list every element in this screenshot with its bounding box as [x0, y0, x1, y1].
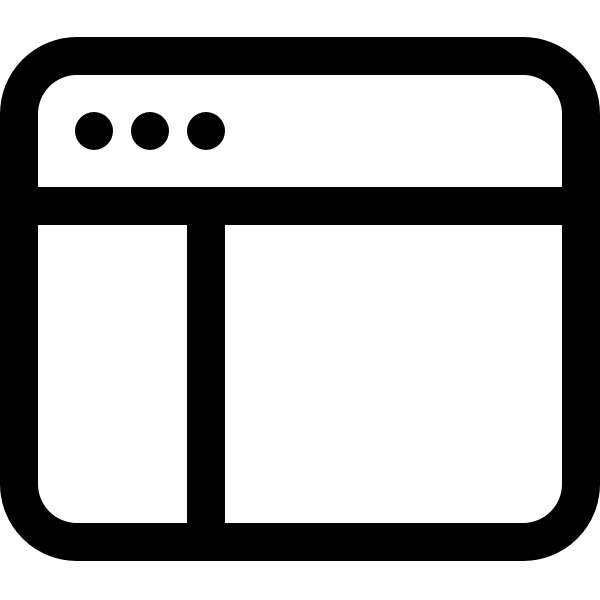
window-dot-3	[187, 112, 225, 150]
window-dot-2	[131, 112, 169, 150]
browser-window-sidebar-icon	[0, 37, 600, 561]
icon-canvas	[0, 0, 600, 600]
window-dot-1	[75, 112, 113, 150]
